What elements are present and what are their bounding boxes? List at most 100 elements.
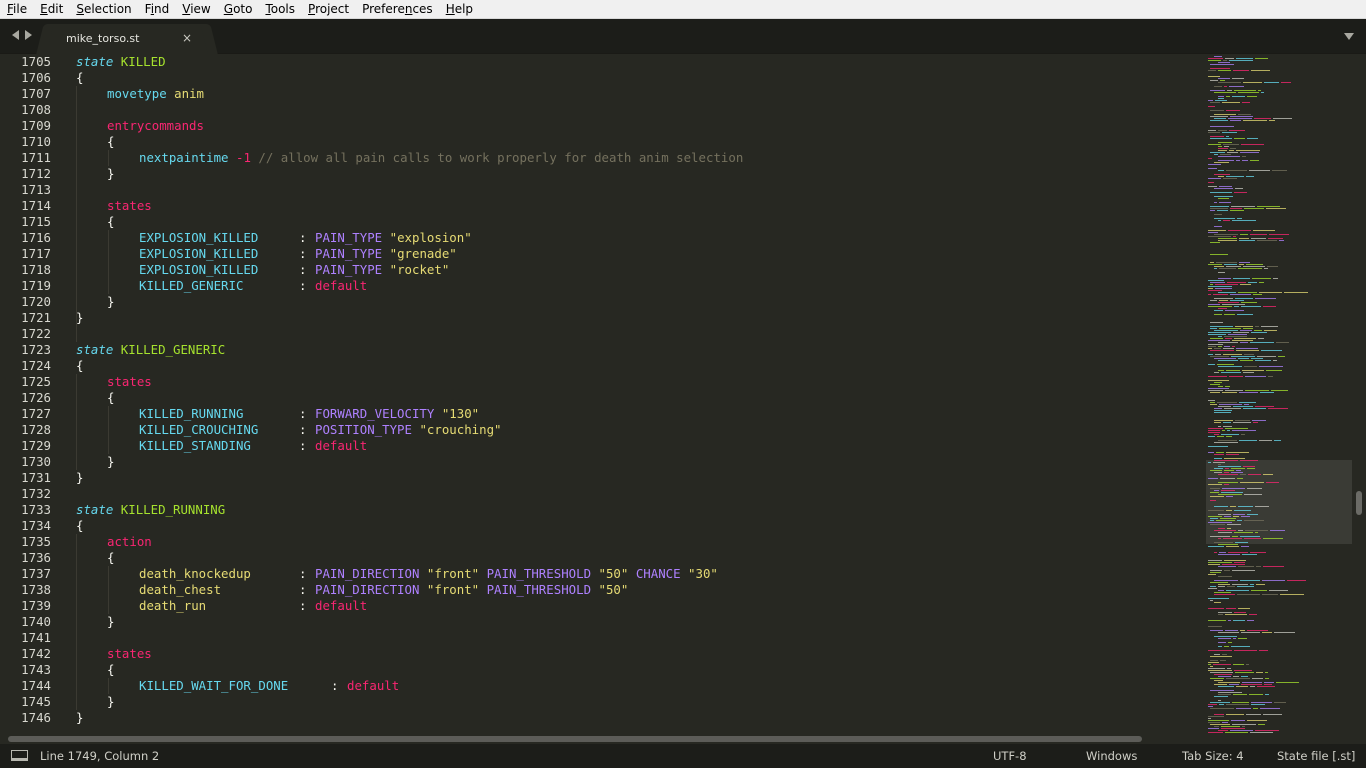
minimap-line bbox=[1210, 492, 1219, 493]
minimap-line bbox=[1223, 178, 1237, 179]
minimap-line bbox=[1234, 90, 1256, 91]
menu-file[interactable]: File bbox=[0, 0, 33, 19]
line-endings-indicator[interactable]: Windows bbox=[1086, 749, 1137, 763]
menu-view[interactable]: View bbox=[175, 0, 216, 19]
condition: PAIN_TYPE bbox=[315, 262, 383, 277]
minimap-line bbox=[1222, 722, 1228, 723]
default-keyword: default bbox=[315, 598, 368, 613]
minimap-line bbox=[1225, 732, 1248, 733]
minimap-line bbox=[1218, 198, 1229, 199]
minimap-line bbox=[1242, 160, 1248, 161]
minimap-line bbox=[1217, 402, 1237, 403]
minimap-line bbox=[1214, 422, 1221, 423]
minimap-line bbox=[1246, 714, 1261, 715]
minimap-line bbox=[1236, 348, 1258, 349]
minimap-line bbox=[1218, 464, 1221, 465]
tab-size-indicator[interactable]: Tab Size: 4 bbox=[1182, 749, 1244, 763]
minimap-line bbox=[1235, 420, 1250, 421]
string: "grenade" bbox=[389, 246, 457, 261]
minimap-line bbox=[1226, 96, 1230, 97]
minimap-line bbox=[1208, 232, 1218, 233]
vertical-scrollbar[interactable] bbox=[1352, 54, 1366, 735]
code-line-1736: { bbox=[107, 550, 115, 565]
minimap-line bbox=[1208, 376, 1227, 377]
tab-list-dropdown-icon[interactable] bbox=[1344, 33, 1354, 40]
menu-help[interactable]: Help bbox=[439, 0, 479, 19]
minimap-line bbox=[1226, 176, 1244, 177]
minimap-line bbox=[1267, 266, 1278, 267]
tab-close-icon[interactable]: × bbox=[182, 31, 192, 45]
minimap-line bbox=[1268, 408, 1288, 409]
minimap-line bbox=[1243, 328, 1253, 329]
minimap-line bbox=[1214, 188, 1233, 189]
minimap-line bbox=[1223, 144, 1239, 145]
minimap-line bbox=[1208, 290, 1222, 291]
minimap-line bbox=[1221, 434, 1239, 435]
minimap-line bbox=[1225, 386, 1230, 387]
menu-tools[interactable]: Tools bbox=[258, 0, 301, 19]
minimap-line bbox=[1230, 294, 1251, 295]
minimap-line bbox=[1230, 148, 1236, 149]
minimap-line bbox=[1236, 150, 1260, 151]
vertical-scrollbar-thumb[interactable] bbox=[1356, 491, 1362, 515]
comment: // allow all pain calls to work properly… bbox=[258, 150, 744, 165]
code-editor[interactable]: 1705 1706 1707 1708 1709 1710 1711 1712 1713 1714… bbox=[0, 54, 1206, 735]
condition: CHANCE bbox=[635, 566, 681, 581]
minimap-line bbox=[1234, 138, 1245, 139]
minimap-line bbox=[1208, 722, 1220, 723]
minimap-line bbox=[1251, 702, 1272, 703]
minimap-line bbox=[1210, 356, 1229, 357]
minimap-line bbox=[1274, 702, 1286, 703]
minimap-line bbox=[1208, 484, 1222, 485]
encoding-indicator[interactable]: UTF-8 bbox=[993, 749, 1027, 763]
minimap-line bbox=[1238, 92, 1259, 93]
minimap-line bbox=[1214, 458, 1222, 459]
minimap-line bbox=[1246, 264, 1263, 265]
minimap-line bbox=[1218, 336, 1222, 337]
minimap-line bbox=[1259, 282, 1264, 283]
string: "50" bbox=[598, 566, 629, 581]
minimap-line bbox=[1250, 732, 1273, 733]
minimap-line bbox=[1215, 100, 1227, 101]
minimap-line bbox=[1210, 708, 1234, 709]
minimap-line bbox=[1274, 440, 1281, 441]
menu-selection[interactable]: Selection bbox=[69, 0, 137, 19]
minimap-line bbox=[1258, 338, 1264, 339]
minimap-line bbox=[1246, 176, 1254, 177]
minimap-line bbox=[1224, 484, 1229, 485]
line-number: 1731 bbox=[21, 470, 51, 485]
minimap-line bbox=[1214, 580, 1238, 581]
condition: PAIN_THRESHOLD bbox=[486, 566, 592, 581]
nav-back-icon[interactable] bbox=[12, 30, 19, 40]
tab-mike-torso[interactable]: mike_torso.st × bbox=[46, 24, 208, 54]
minimap-line bbox=[1224, 346, 1230, 347]
minimap-line bbox=[1218, 308, 1227, 309]
horizontal-scrollbar-thumb[interactable] bbox=[8, 736, 1142, 742]
panel-toggle-icon[interactable] bbox=[11, 750, 28, 761]
minimap-line bbox=[1210, 126, 1234, 127]
minimap-line bbox=[1240, 360, 1253, 361]
minimap-line bbox=[1238, 566, 1254, 567]
syntax-indicator[interactable]: State file [.st] bbox=[1277, 749, 1355, 763]
minimap-line bbox=[1218, 360, 1238, 361]
minimap-line bbox=[1255, 730, 1279, 731]
minimap-line bbox=[1238, 608, 1250, 609]
menu-preferences[interactable]: Preferences bbox=[355, 0, 439, 19]
minimap-line bbox=[1226, 136, 1229, 137]
horizontal-scrollbar[interactable] bbox=[0, 735, 1366, 744]
minimap-line bbox=[1239, 440, 1257, 441]
code-area[interactable]: state KILLED { movetype anim entrycomman… bbox=[76, 54, 1196, 735]
menu-find[interactable]: Find bbox=[138, 0, 176, 19]
minimap-line bbox=[1233, 70, 1249, 71]
menu-goto[interactable]: Goto bbox=[217, 0, 259, 19]
minimap-line bbox=[1233, 664, 1244, 665]
menu-project[interactable]: Project bbox=[301, 0, 355, 19]
separator: : bbox=[299, 406, 307, 421]
minimap-line bbox=[1218, 278, 1231, 279]
code-line-1737: death_knockedup: PAIN_DIRECTION "front" P… bbox=[139, 566, 718, 582]
menu-edit[interactable]: Edit bbox=[33, 0, 69, 19]
minimap-line bbox=[1226, 546, 1239, 547]
minimap[interactable] bbox=[1206, 54, 1352, 735]
nav-forward-icon[interactable] bbox=[25, 30, 32, 40]
minimap-line bbox=[1214, 442, 1238, 443]
